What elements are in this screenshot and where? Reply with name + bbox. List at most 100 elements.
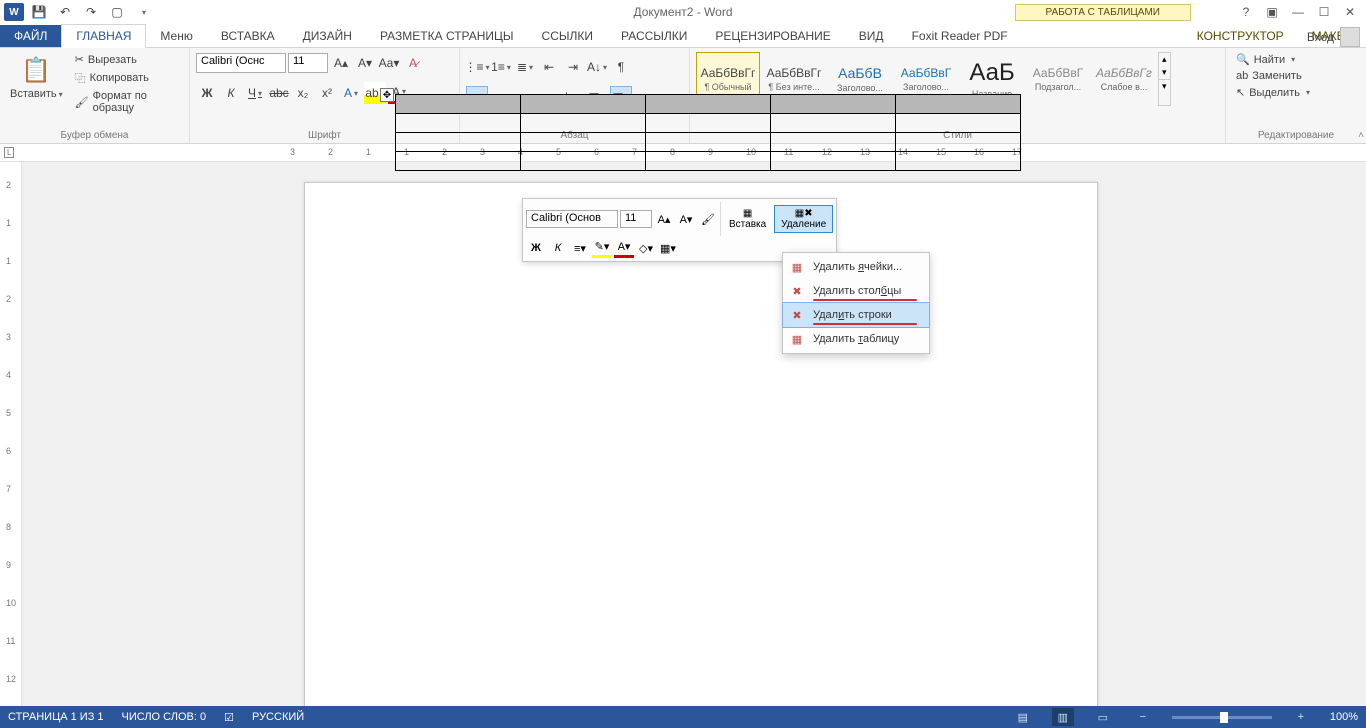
insert-table-icon: ▦ (743, 208, 752, 219)
tab-selector-icon[interactable]: L (4, 147, 14, 158)
sort-icon[interactable]: A↓ (586, 56, 608, 78)
ruler-tick: 11 (6, 636, 15, 646)
table-row[interactable] (396, 133, 1021, 152)
select-button[interactable]: ↖Выделить (1232, 85, 1314, 100)
copy-button[interactable]: ⿻Копировать (71, 69, 183, 87)
ribbon-display-icon[interactable]: ▣ (1260, 2, 1284, 22)
tab-insert[interactable]: ВСТАВКА (207, 25, 289, 47)
tab-mailings[interactable]: РАССЫЛКИ (607, 25, 701, 47)
indent-icon[interactable]: ⇥ (562, 56, 584, 78)
tab-review[interactable]: РЕЦЕНЗИРОВАНИЕ (701, 25, 844, 47)
replace-label: Заменить (1252, 70, 1301, 82)
mini-shading-icon[interactable]: ◇▾ (636, 238, 656, 258)
italic-button[interactable]: К (220, 82, 242, 104)
font-name-select[interactable]: Calibri (Оснс (196, 53, 286, 73)
maximize-icon[interactable]: ☐ (1312, 2, 1336, 22)
mini-format-painter-icon[interactable]: 🖌 (698, 209, 718, 229)
status-language[interactable]: РУССКИЙ (252, 711, 304, 723)
strike-button[interactable]: abc (268, 82, 290, 104)
print-layout-icon[interactable]: ▥ (1052, 708, 1074, 726)
show-marks-icon[interactable]: ¶ (610, 56, 632, 78)
mini-font-select[interactable]: Calibri (Основ (526, 210, 618, 228)
mini-grow-font-icon[interactable]: A▴ (654, 209, 674, 229)
mini-pen-color-icon[interactable]: ✎▾ (592, 238, 612, 258)
grow-font-icon[interactable]: A▴ (330, 52, 352, 74)
mini-insert-button[interactable]: ▦Вставка (723, 206, 772, 232)
table-row[interactable] (396, 114, 1021, 133)
tab-foxit[interactable]: Foxit Reader PDF (898, 25, 1022, 47)
tab-references[interactable]: ССЫЛКИ (528, 25, 607, 47)
menu-delete-table[interactable]: ▦ Удалить таблицу (783, 327, 929, 351)
help-icon[interactable]: ? (1234, 2, 1258, 22)
read-mode-icon[interactable]: ▤ (1012, 708, 1034, 726)
ruler-tick: 12 (6, 674, 16, 684)
paste-button[interactable]: 📋 Вставить (6, 52, 67, 102)
mini-delete-button[interactable]: ▦✖Удаление (774, 205, 833, 233)
mini-font-color-icon[interactable]: A▾ (614, 238, 634, 258)
sign-in-label: Вход (1307, 30, 1334, 44)
undo-icon[interactable]: ↶ (54, 1, 76, 23)
tab-view[interactable]: ВИД (845, 25, 898, 47)
outdent-icon[interactable]: ⇤ (538, 56, 560, 78)
table-row[interactable] (396, 152, 1021, 171)
bold-button[interactable]: Ж (196, 82, 218, 104)
mini-borders-icon[interactable]: ▦▾ (658, 238, 678, 258)
ruler-tick: 8 (6, 522, 11, 532)
tab-menu[interactable]: Меню (146, 25, 206, 47)
change-case-icon[interactable]: Aa▾ (378, 52, 400, 74)
subscript-icon[interactable]: x₂ (292, 82, 314, 104)
numbering-icon[interactable]: 1≡ (490, 56, 512, 78)
clear-format-icon[interactable]: A̷ (402, 52, 424, 74)
format-painter-button[interactable]: 🖌Формат по образцу (71, 89, 183, 115)
font-size-select[interactable]: 11 (288, 53, 328, 73)
web-layout-icon[interactable]: ▭ (1092, 708, 1114, 726)
superscript-icon[interactable]: x² (316, 82, 338, 104)
redo-icon[interactable]: ↷ (80, 1, 102, 23)
tab-design[interactable]: ДИЗАЙН (289, 25, 366, 47)
zoom-out-icon[interactable]: − (1132, 708, 1154, 726)
mini-shrink-font-icon[interactable]: A▾ (676, 209, 696, 229)
tab-home[interactable]: ГЛАВНАЯ (61, 24, 146, 48)
zoom-slider[interactable] (1172, 716, 1272, 719)
sign-in[interactable]: Вход (1307, 27, 1360, 47)
table-row[interactable] (396, 95, 1021, 114)
minimize-icon[interactable]: — (1286, 2, 1310, 22)
status-proof-icon[interactable]: ☑ (224, 711, 234, 724)
style-subtitle[interactable]: АаБбВвГПодзагол... (1026, 52, 1090, 106)
new-doc-icon[interactable]: ▢ (106, 1, 128, 23)
shrink-font-icon[interactable]: A▾ (354, 52, 376, 74)
table-move-handle[interactable]: ✥ (380, 88, 394, 102)
qat-customize-icon[interactable] (132, 1, 154, 23)
bullets-icon[interactable]: ⋮≡ (466, 56, 488, 78)
multilevel-icon[interactable]: ≣ (514, 56, 536, 78)
find-button[interactable]: 🔍Найти (1232, 52, 1314, 67)
zoom-level[interactable]: 100% (1330, 711, 1358, 723)
underline-button[interactable]: Ч (244, 82, 266, 104)
text-effects-icon[interactable]: A (340, 82, 362, 104)
close-icon[interactable]: ✕ (1338, 2, 1362, 22)
tab-tool-design[interactable]: КОНСТРУКТОР (1183, 25, 1298, 47)
styles-more-icon[interactable]: ▴▾▾ (1158, 52, 1171, 106)
mini-bold-button[interactable]: Ж (526, 238, 546, 258)
menu-delete-columns[interactable]: ✖ Удалить столбцы (783, 279, 929, 303)
status-words[interactable]: ЧИСЛО СЛОВ: 0 (122, 711, 207, 723)
menu-delete-rows[interactable]: ✖ Удалить строки (783, 303, 929, 327)
mini-italic-button[interactable]: К (548, 238, 568, 258)
vertical-ruler[interactable]: 2112345678910111213 (0, 162, 22, 706)
menu-delete-cells[interactable]: ▦ Удалить ячейки... (783, 255, 929, 279)
cut-button[interactable]: ✂Вырезать (71, 52, 183, 67)
document-table[interactable] (395, 94, 1021, 171)
ruler-tick: 1 (366, 147, 371, 157)
mini-size-select[interactable]: 11 (620, 210, 652, 228)
tab-page-layout[interactable]: РАЗМЕТКА СТРАНИЦЫ (366, 25, 528, 47)
mini-border-style-icon[interactable]: ≡▾ (570, 238, 590, 258)
status-page[interactable]: СТРАНИЦА 1 ИЗ 1 (8, 711, 104, 723)
zoom-in-icon[interactable]: + (1290, 708, 1312, 726)
collapse-ribbon-icon[interactable]: ˄ (1358, 130, 1364, 141)
save-icon[interactable]: 💾 (28, 1, 50, 23)
group-editing: 🔍Найти abЗаменить ↖Выделить Редактирован… (1226, 48, 1366, 143)
zoom-thumb[interactable] (1220, 712, 1228, 723)
replace-button[interactable]: abЗаменить (1232, 69, 1314, 83)
style-subtle[interactable]: АаБбВвГгСлабое в... (1092, 52, 1156, 106)
tab-file[interactable]: ФАЙЛ (0, 25, 61, 47)
